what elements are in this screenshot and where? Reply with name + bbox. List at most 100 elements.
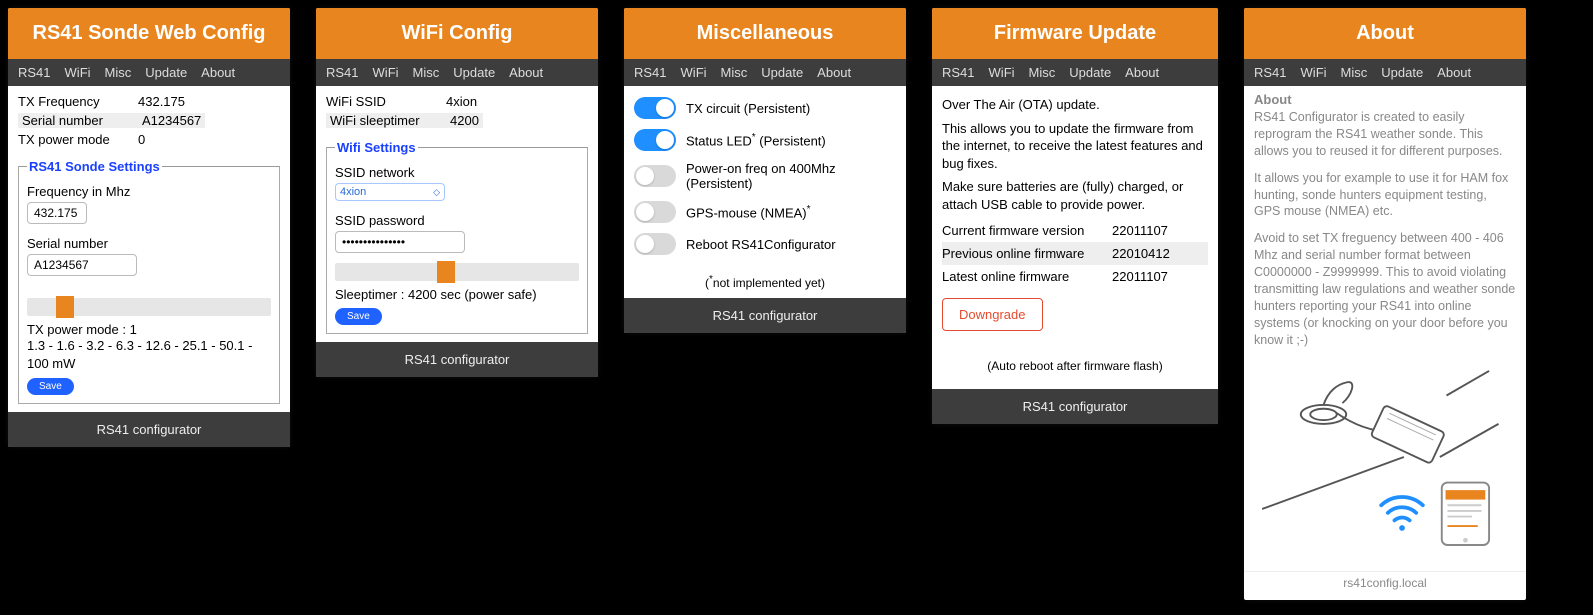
- power-mode-line: TX power mode : 1: [27, 322, 271, 337]
- freq-label: Frequency in Mhz: [27, 184, 271, 199]
- nav-rs41[interactable]: RS41: [326, 65, 359, 80]
- wifi-settings-legend: Wifi Settings: [335, 140, 418, 155]
- ota-para2: This allows you to update the firmware f…: [942, 120, 1208, 173]
- nav-rs41[interactable]: RS41: [634, 65, 667, 80]
- panel-rs41: RS41 Sonde Web Config RS41 WiFi Misc Upd…: [8, 8, 290, 447]
- about-illustration: [1254, 358, 1516, 559]
- fw-prev-label: Previous online firmware: [942, 246, 1112, 261]
- footer: RS41 configurator: [316, 342, 598, 377]
- footer: RS41 configurator: [932, 389, 1218, 424]
- nav-rs41[interactable]: RS41: [1254, 65, 1287, 80]
- note-not-implemented: (*not implemented yet): [624, 274, 906, 290]
- toggle-4[interactable]: [634, 233, 676, 255]
- wifi-settings-fieldset: Wifi Settings SSID network 4xion SSID pa…: [326, 140, 588, 334]
- toggle-label-3: GPS-mouse (NMEA)*: [686, 204, 811, 220]
- fw-latest-val: 22011107: [1112, 269, 1168, 284]
- nav-misc[interactable]: Misc: [721, 65, 748, 80]
- power-values: 1.3 - 1.6 - 3.2 - 6.3 - 12.6 - 25.1 - 50…: [27, 337, 271, 372]
- value-ssid: 4xion: [446, 94, 477, 109]
- value-power-mode: 0: [138, 132, 145, 147]
- nav-rs41[interactable]: RS41: [942, 65, 975, 80]
- nav-update[interactable]: Update: [453, 65, 495, 80]
- panel-title: Firmware Update: [932, 8, 1218, 59]
- toggle-2[interactable]: [634, 165, 676, 187]
- value-tx-freq: 432.175: [138, 94, 185, 109]
- toggle-1[interactable]: [634, 129, 676, 151]
- footer: RS41 configurator: [624, 298, 906, 333]
- nav-about[interactable]: About: [509, 65, 543, 80]
- nav-misc[interactable]: Misc: [105, 65, 132, 80]
- panel-title: WiFi Config: [316, 8, 598, 59]
- nav-update[interactable]: Update: [1381, 65, 1423, 80]
- sleep-slider-thumb[interactable]: [437, 261, 455, 283]
- nav-wifi[interactable]: WiFi: [989, 65, 1015, 80]
- toggle-label-1: Status LED* (Persistent): [686, 132, 826, 148]
- serial-input[interactable]: [27, 254, 137, 276]
- save-button[interactable]: Save: [335, 308, 382, 325]
- nav-wifi[interactable]: WiFi: [373, 65, 399, 80]
- nav-about[interactable]: About: [201, 65, 235, 80]
- panel-about: About RS41 WiFi Misc Update About About …: [1244, 8, 1526, 600]
- about-p2: It allows you for example to use it for …: [1254, 170, 1516, 221]
- label-serial: Serial number: [18, 113, 138, 128]
- label-sleep: WiFi sleeptimer: [326, 113, 446, 128]
- toggle-0[interactable]: [634, 97, 676, 119]
- panel-title: RS41 Sonde Web Config: [8, 8, 290, 59]
- nav-bar: RS41 WiFi Misc Update About: [8, 59, 290, 86]
- nav-misc[interactable]: Misc: [1341, 65, 1368, 80]
- power-slider[interactable]: [27, 298, 271, 316]
- toggle-label-0: TX circuit (Persistent): [686, 101, 810, 116]
- nav-bar: RS41 WiFi Misc Update About: [316, 59, 598, 86]
- nav-bar: RS41 WiFi Misc Update About: [624, 59, 906, 86]
- about-p3: Avoid to set TX freguency between 400 - …: [1254, 230, 1516, 348]
- auto-reboot-note: (Auto reboot after firmware flash): [942, 359, 1208, 373]
- about-heading: About: [1254, 92, 1516, 107]
- sleep-line: Sleeptimer : 4200 sec (power safe): [335, 287, 579, 302]
- ssid-select[interactable]: 4xion: [335, 183, 445, 201]
- ota-para3: Make sure batteries are (fully) charged,…: [942, 178, 1208, 213]
- nav-rs41[interactable]: RS41: [18, 65, 51, 80]
- nav-wifi[interactable]: WiFi: [65, 65, 91, 80]
- panel-misc: Miscellaneous RS41 WiFi Misc Update Abou…: [624, 8, 906, 333]
- wifi-icon: [1381, 497, 1423, 531]
- freq-input[interactable]: [27, 202, 87, 224]
- about-p1: RS41 Configurator is created to easily r…: [1254, 109, 1516, 160]
- fw-current-label: Current firmware version: [942, 223, 1112, 238]
- toggle-label-2: Power-on freq on 400Mhz (Persistent): [686, 161, 896, 191]
- nav-update[interactable]: Update: [1069, 65, 1111, 80]
- nav-wifi[interactable]: WiFi: [1301, 65, 1327, 80]
- ssid-password-label: SSID password: [335, 213, 579, 228]
- save-button[interactable]: Save: [27, 378, 74, 395]
- nav-bar: RS41 WiFi Misc Update About: [1244, 59, 1526, 86]
- nav-misc[interactable]: Misc: [413, 65, 440, 80]
- ssid-password-input[interactable]: [335, 231, 465, 253]
- fw-current-val: 22011107: [1112, 223, 1168, 238]
- nav-update[interactable]: Update: [761, 65, 803, 80]
- nav-about[interactable]: About: [1125, 65, 1159, 80]
- panel-title: Miscellaneous: [624, 8, 906, 59]
- ssid-network-label: SSID network: [335, 165, 579, 180]
- panel-wifi: WiFi Config RS41 WiFi Misc Update About …: [316, 8, 598, 377]
- sleep-slider[interactable]: [335, 263, 579, 281]
- host-label: rs41config.local: [1244, 571, 1526, 600]
- nav-about[interactable]: About: [1437, 65, 1471, 80]
- nav-about[interactable]: About: [817, 65, 851, 80]
- nav-bar: RS41 WiFi Misc Update About: [932, 59, 1218, 86]
- toggle-3[interactable]: [634, 201, 676, 223]
- fw-latest-label: Latest online firmware: [942, 269, 1112, 284]
- value-serial: A1234567: [138, 113, 205, 128]
- rs41-settings-fieldset: RS41 Sonde Settings Frequency in Mhz Ser…: [18, 159, 280, 404]
- label-tx-freq: TX Frequency: [18, 94, 138, 109]
- label-ssid: WiFi SSID: [326, 94, 446, 109]
- rs41-settings-legend: RS41 Sonde Settings: [27, 159, 162, 174]
- power-slider-thumb[interactable]: [56, 296, 74, 318]
- nav-misc[interactable]: Misc: [1029, 65, 1056, 80]
- fw-prev-val: 22010412: [1112, 246, 1170, 261]
- nav-update[interactable]: Update: [145, 65, 187, 80]
- phone-icon: [1442, 483, 1489, 545]
- footer: RS41 configurator: [8, 412, 290, 447]
- downgrade-button[interactable]: Downgrade: [942, 298, 1043, 331]
- ota-para1: Over The Air (OTA) update.: [942, 96, 1208, 114]
- nav-wifi[interactable]: WiFi: [681, 65, 707, 80]
- panel-title: About: [1244, 8, 1526, 59]
